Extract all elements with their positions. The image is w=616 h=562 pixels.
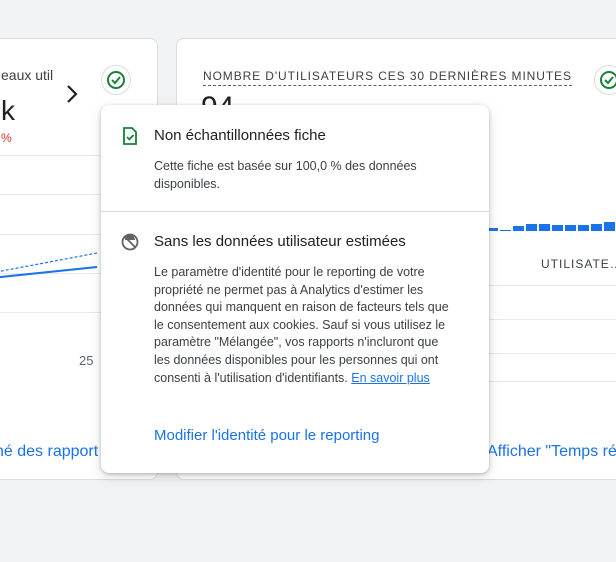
view-report-link[interactable]: né des rapport [0,443,98,461]
bar [604,222,615,231]
bar [565,225,576,231]
bar [526,224,537,231]
no-estimate-icon [121,233,139,251]
x-axis-tick: 25 [79,353,94,368]
column-header: UTILISATE… [541,257,616,271]
bar [552,225,563,231]
table-divider [477,381,616,382]
table-divider [477,353,616,354]
trend-line-solid [0,266,98,279]
check-circle-icon [107,71,125,89]
identity-description-text: Le paramètre d'identité pour le reportin… [154,265,449,385]
bar [591,224,602,231]
bar [500,230,511,231]
bar [578,225,589,231]
learn-more-link[interactable]: En savoir plus [351,371,430,385]
chevron-right-icon[interactable] [65,83,79,105]
users-per-minute-bars [487,219,615,231]
data-quality-popover: Non échantillonnées fiche Cette fiche es… [101,105,489,473]
bar [539,224,550,231]
bar [513,226,524,231]
modify-identity-link[interactable]: Modifier l'identité pour le reporting [154,427,379,444]
view-realtime-link[interactable]: Afficher "Temps ré [487,443,616,461]
identity-heading: Sans les données utilisateur estimées [154,233,406,250]
identity-description: Le paramètre d'identité pour le reportin… [154,264,454,387]
metric-change: % [1,131,12,145]
table-divider [477,319,616,320]
trend-lines [0,252,98,279]
chart-gridline [0,312,101,313]
check-document-icon [123,127,137,145]
chart-gridline [0,234,101,235]
chart-gridline [0,194,101,195]
sampling-heading: Non échantillonnées fiche [154,127,326,144]
data-quality-button[interactable] [101,65,131,95]
card-title[interactable]: Nombre d'utilisateurs ces 30 dernières m… [203,69,572,86]
divider [101,211,489,212]
check-circle-icon [600,71,616,89]
card-title: eaux util [1,67,54,83]
table-divider [477,285,616,286]
metric-value: k [1,95,15,126]
chart-gridline [0,155,101,156]
data-quality-button[interactable] [594,65,616,95]
sampling-description: Cette fiche est basée sur 100,0 % des do… [154,159,417,191]
trend-line-dashed [0,252,98,272]
